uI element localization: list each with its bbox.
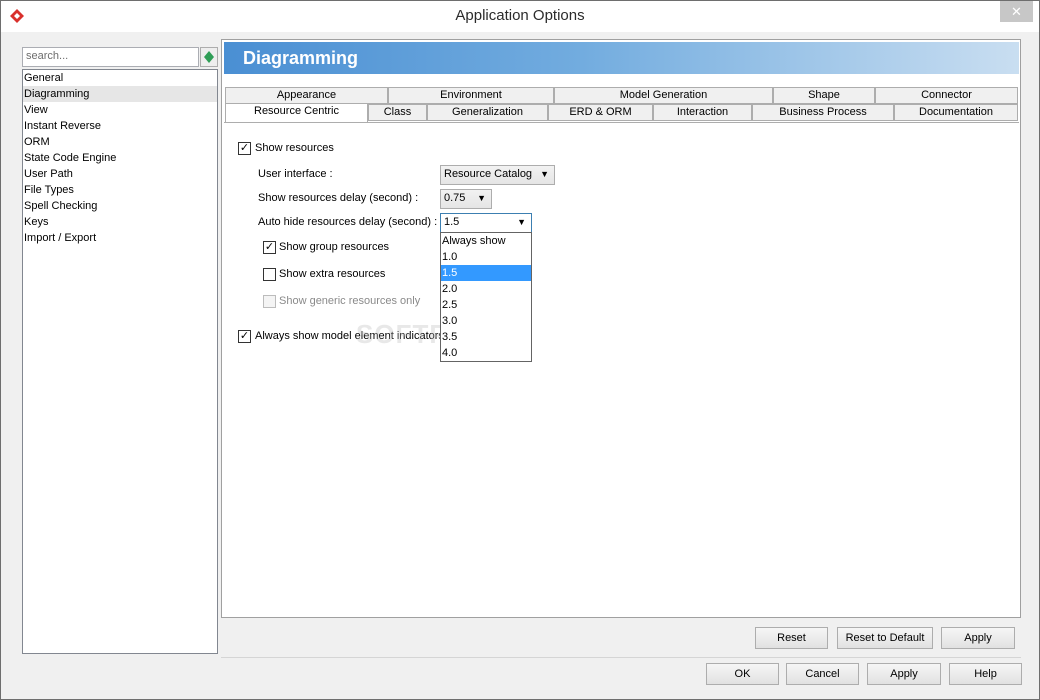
title-bar: Application Options ✕ xyxy=(1,1,1039,32)
chevron-down-icon: ▼ xyxy=(477,193,486,203)
show-resources-label: Show resources xyxy=(255,142,334,154)
sidebar-item-file-types[interactable]: File Types xyxy=(23,182,217,198)
dialog-apply-button[interactable]: Apply xyxy=(867,663,941,685)
tab-model-generation[interactable]: Model Generation xyxy=(554,87,773,104)
user-interface-value: Resource Catalog xyxy=(444,168,533,180)
show-delay-value: 0.75 xyxy=(444,192,466,204)
show-group-checkbox[interactable]: ✓ xyxy=(263,241,276,254)
dropdown-option[interactable]: 1.0 xyxy=(441,249,531,265)
window-title: Application Options xyxy=(455,7,585,24)
tab-documentation[interactable]: Documentation xyxy=(894,104,1018,121)
search-input[interactable]: search... xyxy=(22,47,199,67)
sidebar-item-keys[interactable]: Keys xyxy=(23,214,217,230)
auto-hide-label: Auto hide resources delay (second) : xyxy=(258,216,438,228)
dropdown-option[interactable]: 3.5 xyxy=(441,329,531,345)
tab-generalization[interactable]: Generalization xyxy=(427,104,548,121)
show-delay-select[interactable]: 0.75 ▼ xyxy=(440,189,492,209)
close-button[interactable]: ✕ xyxy=(1000,1,1033,22)
ok-button[interactable]: OK xyxy=(706,663,779,685)
show-resources-checkbox[interactable]: ✓ xyxy=(238,142,251,155)
tab-business-process[interactable]: Business Process xyxy=(752,104,894,121)
help-button[interactable]: Help xyxy=(949,663,1022,685)
page-title: Diagramming xyxy=(243,48,359,68)
search-button[interactable] xyxy=(200,47,218,67)
dropdown-option[interactable]: 4.0 xyxy=(441,345,531,361)
show-generic-label: Show generic resources only xyxy=(279,295,421,307)
chevron-down-icon: ▼ xyxy=(540,169,549,179)
show-extra-checkbox[interactable] xyxy=(263,268,276,281)
dropdown-option[interactable]: 2.0 xyxy=(441,281,531,297)
sidebar-item-general[interactable]: General xyxy=(23,70,217,86)
tab-erd-orm[interactable]: ERD & ORM xyxy=(548,104,653,121)
category-list: General Diagramming View Instant Reverse… xyxy=(22,69,218,654)
show-extra-label: Show extra resources xyxy=(279,268,386,280)
user-interface-label: User interface : xyxy=(258,168,333,180)
chevron-down-icon: ▼ xyxy=(517,217,526,227)
options-panel: Diagramming Appearance Environment Model… xyxy=(221,39,1021,618)
divider xyxy=(221,657,1021,658)
tab-resource-centric[interactable]: Resource Centric xyxy=(225,103,368,122)
reset-to-default-button[interactable]: Reset to Default xyxy=(837,627,933,649)
sidebar-item-instant-reverse[interactable]: Instant Reverse xyxy=(23,118,217,134)
auto-hide-dropdown-list: Always show 1.0 1.5 2.0 2.5 3.0 3.5 4.0 xyxy=(440,232,532,362)
sidebar-item-state-code-engine[interactable]: State Code Engine xyxy=(23,150,217,166)
tab-environment[interactable]: Environment xyxy=(388,87,554,104)
show-delay-label: Show resources delay (second) : xyxy=(258,192,419,204)
tab-interaction[interactable]: Interaction xyxy=(653,104,752,121)
diamond-icon xyxy=(204,51,214,63)
tab-appearance[interactable]: Appearance xyxy=(225,87,388,104)
panel-apply-button[interactable]: Apply xyxy=(941,627,1015,649)
dropdown-option[interactable]: Always show xyxy=(441,233,531,249)
show-group-label: Show group resources xyxy=(279,241,390,253)
application-options-window: Application Options ✕ search... General … xyxy=(0,0,1040,700)
auto-hide-select[interactable]: 1.5 ▼ xyxy=(440,213,532,233)
sidebar-item-view[interactable]: View xyxy=(23,102,217,118)
sidebar-item-user-path[interactable]: User Path xyxy=(23,166,217,182)
tab-connector[interactable]: Connector xyxy=(875,87,1018,104)
user-interface-select[interactable]: Resource Catalog ▼ xyxy=(440,165,555,185)
sidebar-item-import-export[interactable]: Import / Export xyxy=(23,230,217,246)
close-icon: ✕ xyxy=(1011,4,1022,19)
dropdown-option-selected[interactable]: 1.5 xyxy=(441,265,531,281)
cancel-button[interactable]: Cancel xyxy=(786,663,859,685)
always-show-indicators-checkbox[interactable]: ✓ xyxy=(238,330,251,343)
sidebar-item-spell-checking[interactable]: Spell Checking xyxy=(23,198,217,214)
tab-shape[interactable]: Shape xyxy=(773,87,875,104)
sidebar-item-diagramming[interactable]: Diagramming xyxy=(23,86,217,102)
sidebar-item-orm[interactable]: ORM xyxy=(23,134,217,150)
show-generic-checkbox xyxy=(263,295,276,308)
auto-hide-value: 1.5 xyxy=(444,216,460,228)
dropdown-option[interactable]: 2.5 xyxy=(441,297,531,313)
dropdown-option[interactable]: 3.0 xyxy=(441,313,531,329)
reset-button[interactable]: Reset xyxy=(755,627,828,649)
section-header: Diagramming xyxy=(224,42,1019,74)
tab-class[interactable]: Class xyxy=(368,104,427,121)
